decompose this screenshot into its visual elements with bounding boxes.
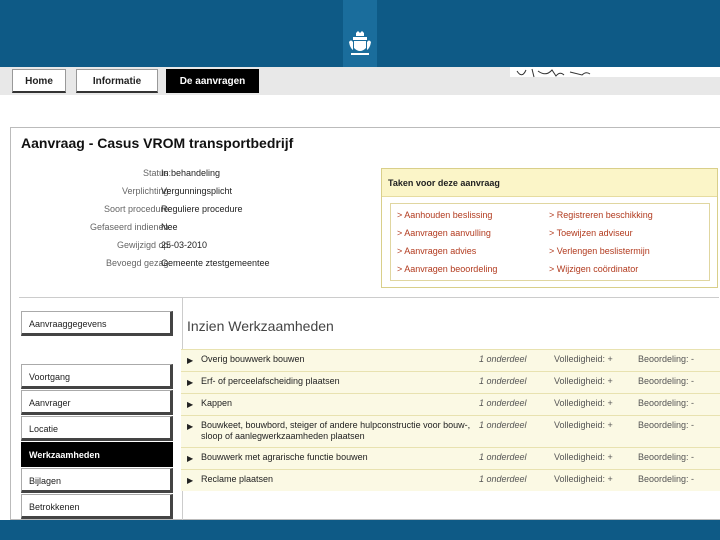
triangle-right-icon[interactable]: ▶	[187, 378, 193, 387]
item-volledigheid: Volledigheid: +	[554, 474, 613, 484]
section-title: Inzien Werkzaamheden	[187, 318, 334, 334]
detail-row-status: Status: In behandeling	[21, 168, 386, 184]
item-name: Bouwwerk met agrarische functie bouwen	[201, 452, 368, 462]
item-count: 1 onderdeel	[479, 474, 527, 484]
main-content: Aanvraag - Casus VROM transportbedrijf S…	[10, 127, 720, 521]
sidebar-item-voortgang[interactable]: Voortgang	[21, 364, 173, 389]
list-item[interactable]: ▶ Kappen 1 onderdeel Volledigheid: + Beo…	[181, 393, 720, 415]
item-volledigheid: Volledigheid: +	[554, 452, 613, 462]
item-count: 1 onderdeel	[479, 420, 527, 430]
royal-coat-of-arms-icon	[349, 31, 371, 55]
task-link[interactable]: > Toewijzen adviseur	[549, 228, 633, 238]
triangle-right-icon[interactable]: ▶	[187, 476, 193, 485]
task-link[interactable]: > Aanvragen aanvulling	[397, 228, 491, 238]
item-name: Kappen	[201, 398, 233, 408]
item-name: Overig bouwwerk bouwen	[201, 354, 305, 364]
triangle-right-icon[interactable]: ▶	[187, 422, 193, 431]
sidebar-item-aanvraaggegevens[interactable]: Aanvraaggegevens	[21, 311, 173, 336]
triangle-right-icon[interactable]: ▶	[187, 400, 193, 409]
detail-row-gewijzigd: Gewijzigd op: 25-03-2010	[21, 240, 386, 256]
tasks-panel: Taken voor deze aanvraag > Aanhouden bes…	[381, 168, 718, 288]
list-item[interactable]: ▶ Bouwwerk met agrarische functie bouwen…	[181, 447, 720, 469]
item-name: Bouwkeet, bouwbord, steiger of andere hu…	[201, 420, 471, 441]
list-item[interactable]: ▶ Bouwkeet, bouwbord, steiger of andere …	[181, 415, 720, 447]
sidebar-item-aanvrager[interactable]: Aanvrager	[21, 390, 173, 415]
item-name: Reclame plaatsen	[201, 474, 274, 484]
detail-value: In behandeling	[161, 168, 221, 178]
footer-banner	[0, 520, 720, 540]
sidebar-item-bijlagen[interactable]: Bijlagen	[21, 468, 173, 493]
detail-row-verplichting: Verplichting: Vergunningsplicht	[21, 186, 386, 202]
main-nav: Home Informatie De aanvragen	[0, 67, 720, 95]
item-beoordeling: Beoordeling: -	[638, 398, 695, 408]
item-name: Erf- of perceelafscheiding plaatsen	[201, 376, 340, 386]
list-item[interactable]: ▶ Overig bouwwerk bouwen 1 onderdeel Vol…	[181, 349, 720, 371]
item-count: 1 onderdeel	[479, 452, 527, 462]
detail-row-gefaseerd: Gefaseerd indienen: Nee	[21, 222, 386, 238]
detail-value: Reguliere procedure	[161, 204, 243, 214]
list-item[interactable]: ▶ Reclame plaatsen 1 onderdeel Volledigh…	[181, 469, 720, 491]
detail-row-soort-procedure: Soort procedure: Reguliere procedure	[21, 204, 386, 220]
sidebar-item-betrokkenen[interactable]: Betrokkenen	[21, 494, 173, 519]
detail-label: Gefaseerd indienen:	[89, 222, 171, 232]
tab-home[interactable]: Home	[12, 69, 66, 93]
page-title: Aanvraag - Casus VROM transportbedrijf	[21, 135, 294, 151]
task-link[interactable]: > Aanvragen advies	[397, 246, 476, 256]
tasks-title: Taken voor deze aanvraag	[382, 169, 717, 197]
item-volledigheid: Volledigheid: +	[554, 354, 613, 364]
sidebar-item-locatie[interactable]: Locatie	[21, 416, 173, 441]
sidebar-item-werkzaamheden[interactable]: Werkzaamheden	[21, 442, 173, 467]
tasks-list: > Aanhouden beslissing > Aanvragen aanvu…	[390, 203, 710, 281]
item-beoordeling: Beoordeling: -	[638, 420, 695, 430]
detail-value: Vergunningsplicht	[161, 186, 233, 196]
task-link[interactable]: > Wijzigen coördinator	[549, 264, 638, 274]
tab-informatie[interactable]: Informatie	[76, 69, 158, 93]
signature-decoration	[516, 68, 591, 78]
task-link[interactable]: > Aanvragen beoordeling	[397, 264, 497, 274]
triangle-right-icon[interactable]: ▶	[187, 356, 193, 365]
detail-row-bevoegd-gezag: Bevoegd gezag: Gemeente ztestgemeentee	[21, 258, 386, 274]
item-beoordeling: Beoordeling: -	[638, 452, 695, 462]
detail-value: 25-03-2010	[161, 240, 208, 250]
item-volledigheid: Volledigheid: +	[554, 420, 613, 430]
item-volledigheid: Volledigheid: +	[554, 398, 613, 408]
divider	[19, 297, 719, 298]
item-count: 1 onderdeel	[479, 376, 527, 386]
logo	[343, 0, 377, 67]
list-item[interactable]: ▶ Erf- of perceelafscheiding plaatsen 1 …	[181, 371, 720, 393]
task-link[interactable]: > Verlengen beslistermijn	[549, 246, 650, 256]
item-count: 1 onderdeel	[479, 354, 527, 364]
item-beoordeling: Beoordeling: -	[638, 474, 695, 484]
item-count: 1 onderdeel	[479, 398, 527, 408]
item-beoordeling: Beoordeling: -	[638, 376, 695, 386]
item-beoordeling: Beoordeling: -	[638, 354, 695, 364]
item-volledigheid: Volledigheid: +	[554, 376, 613, 386]
detail-value: Nee	[161, 222, 178, 232]
task-link[interactable]: > Aanhouden beslissing	[397, 210, 492, 220]
task-link[interactable]: > Registreren beschikking	[549, 210, 653, 220]
detail-value: Gemeente ztestgemeentee	[161, 258, 270, 268]
triangle-right-icon[interactable]: ▶	[187, 454, 193, 463]
header-banner	[0, 0, 720, 67]
tab-de-aanvragen[interactable]: De aanvragen	[166, 69, 259, 93]
